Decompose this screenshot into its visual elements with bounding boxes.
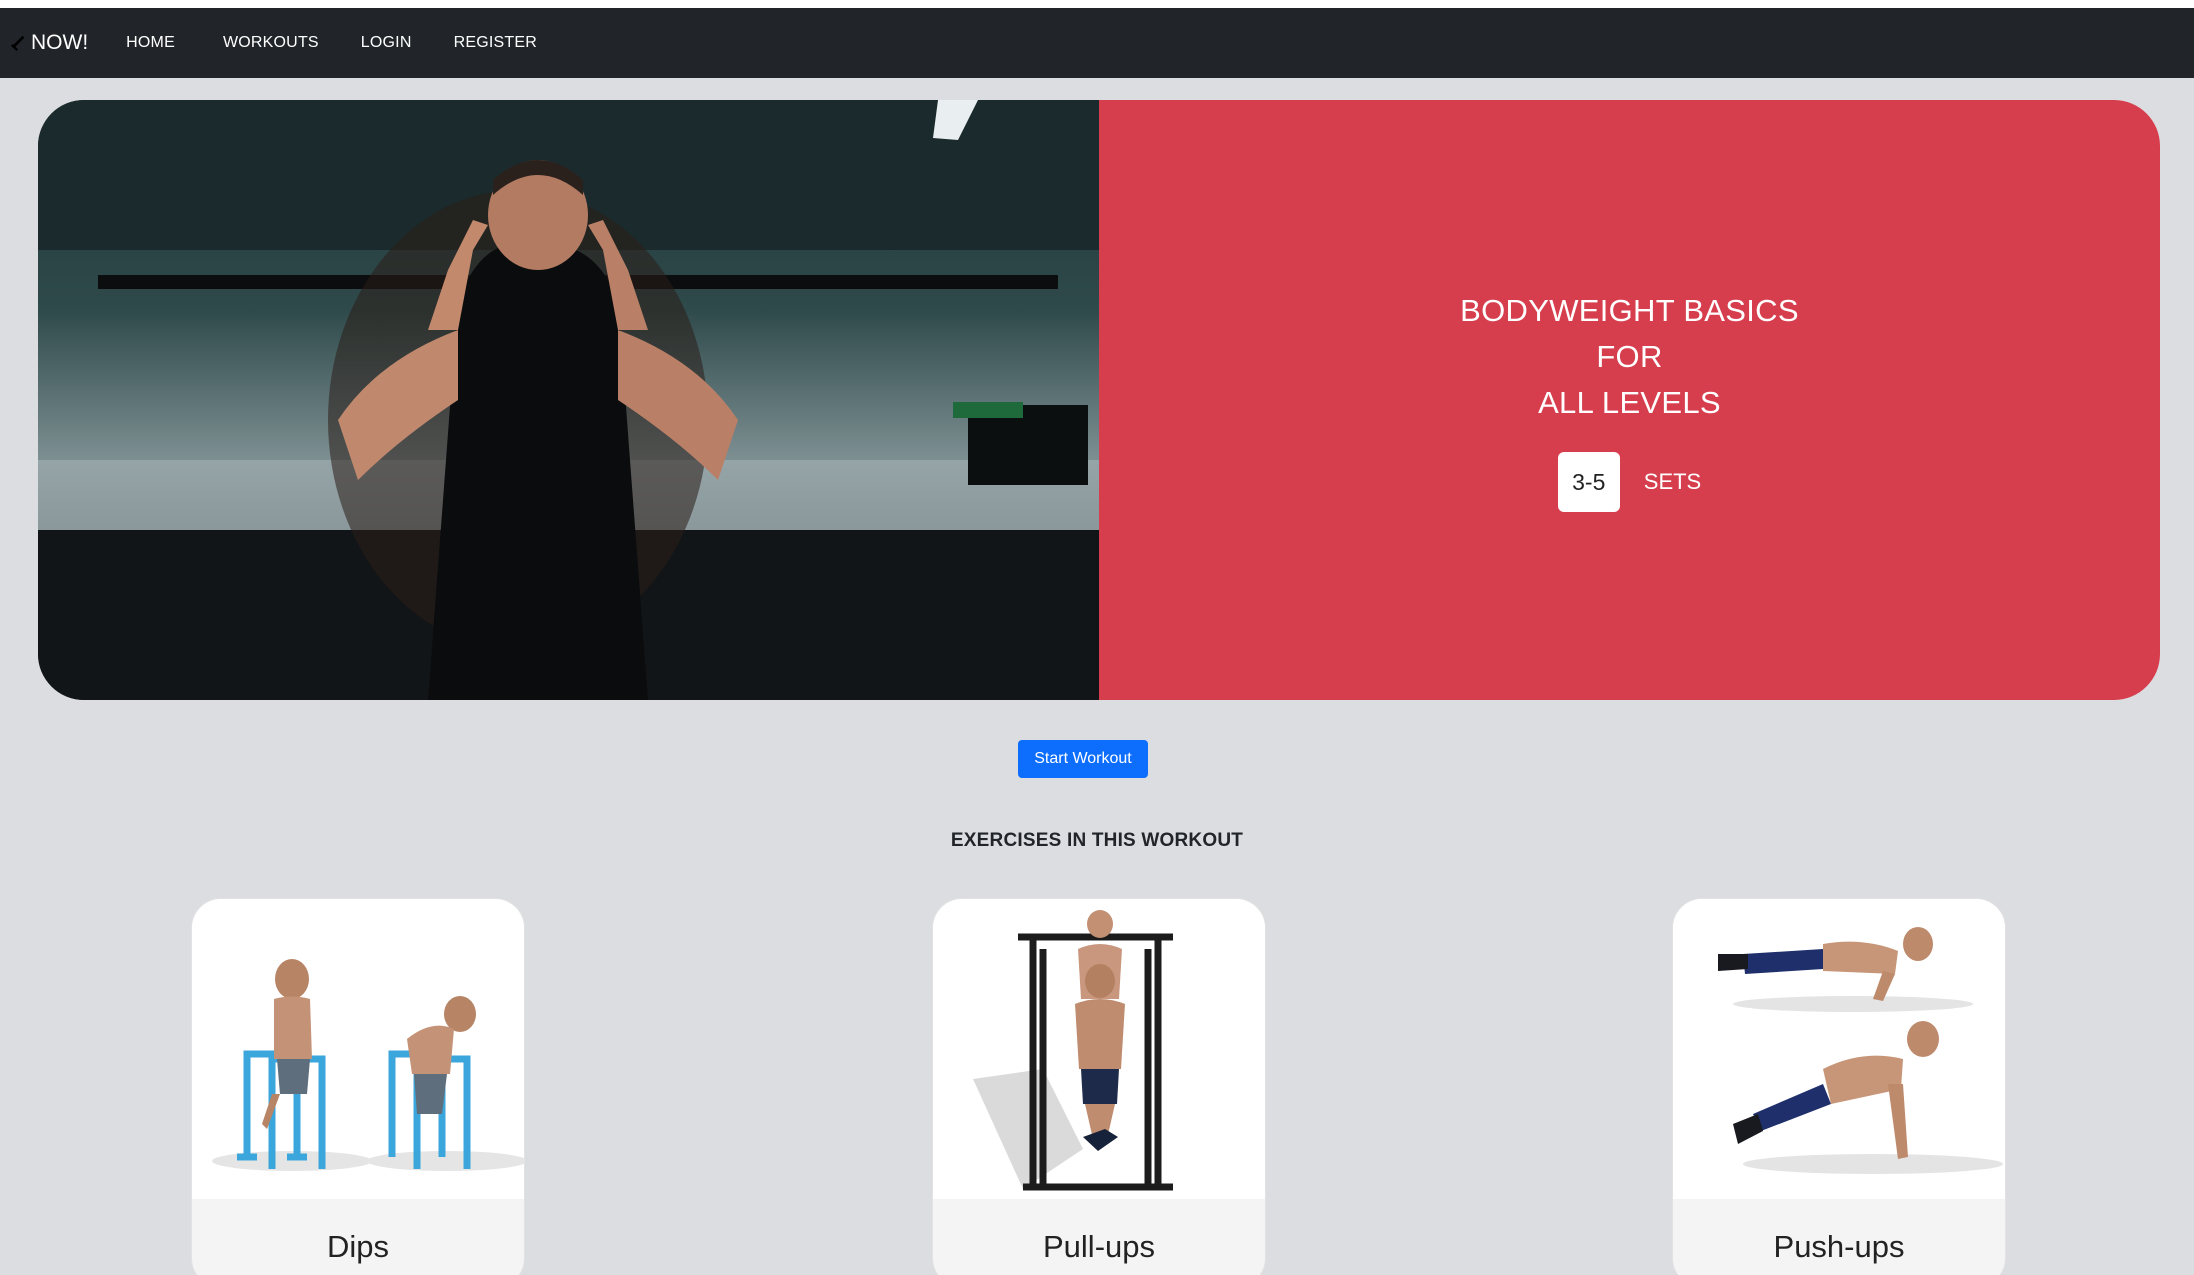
nav-link-workouts[interactable]: WORKOUTS bbox=[223, 34, 319, 52]
sets-row: 3-5 SETS bbox=[1557, 452, 1702, 512]
hero-photo bbox=[38, 100, 1099, 700]
hero-info-panel: BODYWEIGHT BASICS FOR ALL LEVELS 3-5 SET… bbox=[1099, 100, 2160, 700]
pull-ups-image bbox=[933, 899, 1265, 1199]
nav-link-login[interactable]: LOGIN bbox=[361, 34, 412, 52]
exercise-name: Push-ups bbox=[1773, 1229, 1905, 1264]
exercise-card-dips[interactable]: Dips bbox=[191, 898, 525, 1275]
sets-label: SETS bbox=[1643, 469, 1702, 494]
browser-top-strip bbox=[0, 0, 2194, 8]
brand-link[interactable]: NOW! bbox=[10, 31, 88, 55]
exercise-card-push-ups[interactable]: Push-ups bbox=[1672, 898, 2006, 1275]
start-workout-button[interactable]: Start Workout bbox=[1018, 740, 1148, 778]
navbar: NOW! HOME WORKOUTS LOGIN REGISTER bbox=[0, 8, 2194, 78]
workout-title: BODYWEIGHT BASICS FOR ALL LEVELS bbox=[1460, 288, 1799, 426]
workout-title-line-1: BODYWEIGHT BASICS bbox=[1460, 293, 1799, 328]
nav-link-register[interactable]: REGISTER bbox=[454, 34, 537, 52]
workout-title-line-2: FOR bbox=[1596, 339, 1663, 374]
dumbbell-icon bbox=[11, 35, 25, 51]
brand-text: NOW! bbox=[31, 31, 89, 54]
workout-title-line-3: ALL LEVELS bbox=[1538, 385, 1721, 420]
hero-banner: BODYWEIGHT BASICS FOR ALL LEVELS 3-5 SET… bbox=[38, 100, 2160, 700]
section-title: EXERCISES IN THIS WORKOUT bbox=[950, 830, 1244, 851]
nav-link-home[interactable]: HOME bbox=[126, 34, 175, 52]
sets-badge: 3-5 bbox=[1557, 452, 1620, 512]
dips-image bbox=[192, 899, 524, 1199]
exercise-name: Dips bbox=[326, 1229, 389, 1264]
exercise-card-pull-ups[interactable]: Pull-ups bbox=[932, 898, 1266, 1275]
push-ups-image bbox=[1673, 899, 2005, 1199]
exercise-name: Pull-ups bbox=[1043, 1229, 1155, 1264]
